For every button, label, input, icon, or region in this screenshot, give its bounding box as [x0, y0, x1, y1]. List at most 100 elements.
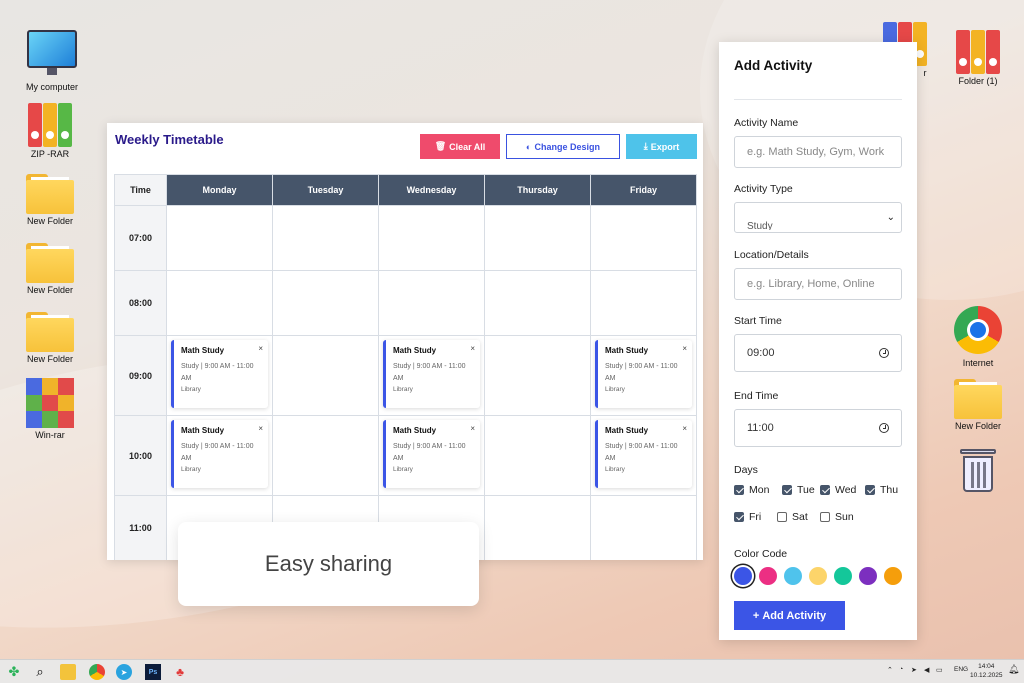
activity-card[interactable]: Math Study Study | 9:00 AM - 11:00 AM Li… — [383, 340, 480, 408]
slot-cell[interactable] — [378, 270, 485, 336]
location-input[interactable] — [747, 278, 889, 290]
day-header-thursday: Thursday — [484, 174, 591, 206]
start-time-value: 09:00 — [747, 347, 775, 359]
slot-cell[interactable]: Math Study Study | 9:00 AM - 11:00 AM Li… — [166, 415, 273, 496]
system-clock[interactable]: 14:04 10.12.2025 — [970, 662, 1003, 680]
day-checkbox-tue[interactable]: Tue — [782, 484, 815, 496]
checkbox-unchecked-icon — [820, 512, 830, 522]
divider — [734, 99, 902, 100]
desktop-icon-zip-rar[interactable]: ZIP -RAR — [15, 103, 85, 159]
slot-cell[interactable] — [272, 205, 379, 271]
day-header-friday: Friday — [590, 174, 697, 206]
checkbox-checked-icon — [734, 485, 744, 495]
activity-card[interactable]: Math Study Study | 9:00 AM - 11:00 AM Li… — [595, 420, 692, 488]
activity-card[interactable]: Math Study Study | 9:00 AM - 11:00 AM Li… — [171, 420, 268, 488]
telegram-icon[interactable]: ➤ — [116, 664, 132, 680]
app-icon[interactable]: ♣ — [172, 664, 188, 680]
end-time-field[interactable]: 11:00 — [734, 409, 902, 447]
activity-card[interactable]: Math Study Study | 9:00 AM - 11:00 AM Li… — [171, 340, 268, 408]
activity-card[interactable]: Math Study Study | 9:00 AM - 11:00 AM Li… — [595, 340, 692, 408]
export-label: Export — [650, 141, 680, 152]
desktop-icon-new-folder-1[interactable]: New Folder — [15, 172, 85, 226]
close-icon[interactable]: × — [470, 424, 475, 433]
color-swatch-green[interactable] — [834, 567, 852, 585]
slot-cell[interactable] — [484, 205, 591, 271]
day-checkbox-sat[interactable]: Sat — [777, 511, 808, 523]
close-icon[interactable]: × — [470, 344, 475, 353]
desktop-icon-label: New Folder — [26, 285, 73, 295]
slot-cell[interactable] — [590, 205, 697, 271]
slot-cell[interactable] — [590, 495, 697, 560]
slot-cell[interactable] — [272, 415, 379, 496]
file-explorer-icon[interactable] — [60, 664, 76, 680]
slot-cell[interactable]: Math Study Study | 9:00 AM - 11:00 AM Li… — [166, 335, 273, 416]
start-icon[interactable]: ✤ — [6, 664, 22, 680]
close-icon[interactable]: × — [258, 344, 263, 353]
activity-title: Math Study — [393, 346, 437, 355]
day-checkbox-wed[interactable]: Wed — [820, 484, 856, 496]
day-header-tuesday: Tuesday — [272, 174, 379, 206]
desktop-icon-label: New Folder — [26, 354, 73, 364]
day-checkbox-sun[interactable]: Sun — [820, 511, 854, 523]
color-swatch-cyan[interactable] — [784, 567, 802, 585]
desktop-icon-internet[interactable]: Internet — [943, 306, 1013, 368]
slot-cell[interactable] — [166, 205, 273, 271]
day-checkbox-thu[interactable]: Thu — [865, 484, 898, 496]
battery-icon[interactable]: ▭ — [936, 666, 943, 674]
form-title: Add Activity — [734, 58, 813, 73]
clock-icon[interactable] — [879, 423, 889, 433]
start-time-field[interactable]: 09:00 — [734, 334, 902, 372]
desktop-icon-folder-1[interactable]: Folder (1) — [943, 30, 1013, 86]
desktop-icon-new-folder-right[interactable]: New Folder — [943, 377, 1013, 431]
activity-card[interactable]: Math Study Study | 9:00 AM - 11:00 AM Li… — [383, 420, 480, 488]
desktop-icon-recycle-bin[interactable] — [943, 447, 1013, 493]
volume-icon[interactable]: ◀ — [924, 666, 929, 674]
slot-cell[interactable] — [484, 415, 591, 496]
notification-bell-icon[interactable]: 🔔︎ — [1008, 664, 1019, 675]
day-checkbox-fri[interactable]: Fri — [734, 511, 761, 523]
slot-cell[interactable] — [166, 270, 273, 336]
slot-cell[interactable]: Math Study Study | 9:00 AM - 11:00 AM Li… — [378, 415, 485, 496]
desktop-icon-new-folder-3[interactable]: New Folder — [15, 310, 85, 364]
language-indicator[interactable]: ENG — [954, 666, 968, 673]
activity-type-select[interactable]: Study ⌄ — [734, 202, 902, 233]
slot-cell[interactable]: Math Study Study | 9:00 AM - 11:00 AM Li… — [590, 415, 697, 496]
activity-name-input[interactable] — [747, 146, 889, 158]
slot-cell[interactable] — [378, 205, 485, 271]
network-icon[interactable]: ◔ — [899, 666, 903, 673]
telegram-tray-icon[interactable]: ➤ — [911, 666, 917, 674]
clock-icon[interactable] — [879, 348, 889, 358]
color-swatch-pink[interactable] — [759, 567, 777, 585]
color-swatch-purple[interactable] — [859, 567, 877, 585]
export-button[interactable]: ⤓ Export — [626, 134, 697, 159]
photoshop-icon[interactable]: Ps — [145, 664, 161, 680]
chevron-up-icon[interactable]: ⌃ — [887, 666, 893, 674]
slot-cell[interactable] — [484, 335, 591, 416]
close-icon[interactable]: × — [682, 344, 687, 353]
desktop-icon-win-rar[interactable]: Win-rar — [15, 378, 85, 440]
close-icon[interactable]: × — [258, 424, 263, 433]
slot-cell[interactable] — [484, 495, 591, 560]
desktop-icon-my-computer[interactable]: My computer — [17, 30, 87, 92]
color-swatch-yellow[interactable] — [809, 567, 827, 585]
add-activity-button[interactable]: + Add Activity — [734, 601, 845, 630]
time-cell: 10:00 — [114, 415, 167, 496]
color-swatch-orange[interactable] — [884, 567, 902, 585]
desktop-icon-new-folder-2[interactable]: New Folder — [15, 241, 85, 295]
slot-cell[interactable]: Math Study Study | 9:00 AM - 11:00 AM Li… — [590, 335, 697, 416]
color-swatch-blue[interactable] — [734, 567, 752, 585]
search-icon[interactable]: ⌕ — [32, 664, 48, 680]
location-field[interactable] — [734, 268, 902, 300]
slot-cell[interactable] — [590, 270, 697, 336]
activity-name-field[interactable] — [734, 136, 902, 168]
change-design-button[interactable]: ◐ Change Design — [506, 134, 620, 159]
day-checkbox-mon[interactable]: Mon — [734, 484, 769, 496]
slot-cell[interactable] — [272, 270, 379, 336]
chrome-icon[interactable] — [89, 664, 105, 680]
slot-cell[interactable] — [484, 270, 591, 336]
slot-cell[interactable]: Math Study Study | 9:00 AM - 11:00 AM Li… — [378, 335, 485, 416]
checkbox-unchecked-icon — [777, 512, 787, 522]
slot-cell[interactable] — [272, 335, 379, 416]
clear-all-button[interactable]: 🗑 Clear All — [420, 134, 500, 159]
close-icon[interactable]: × — [682, 424, 687, 433]
